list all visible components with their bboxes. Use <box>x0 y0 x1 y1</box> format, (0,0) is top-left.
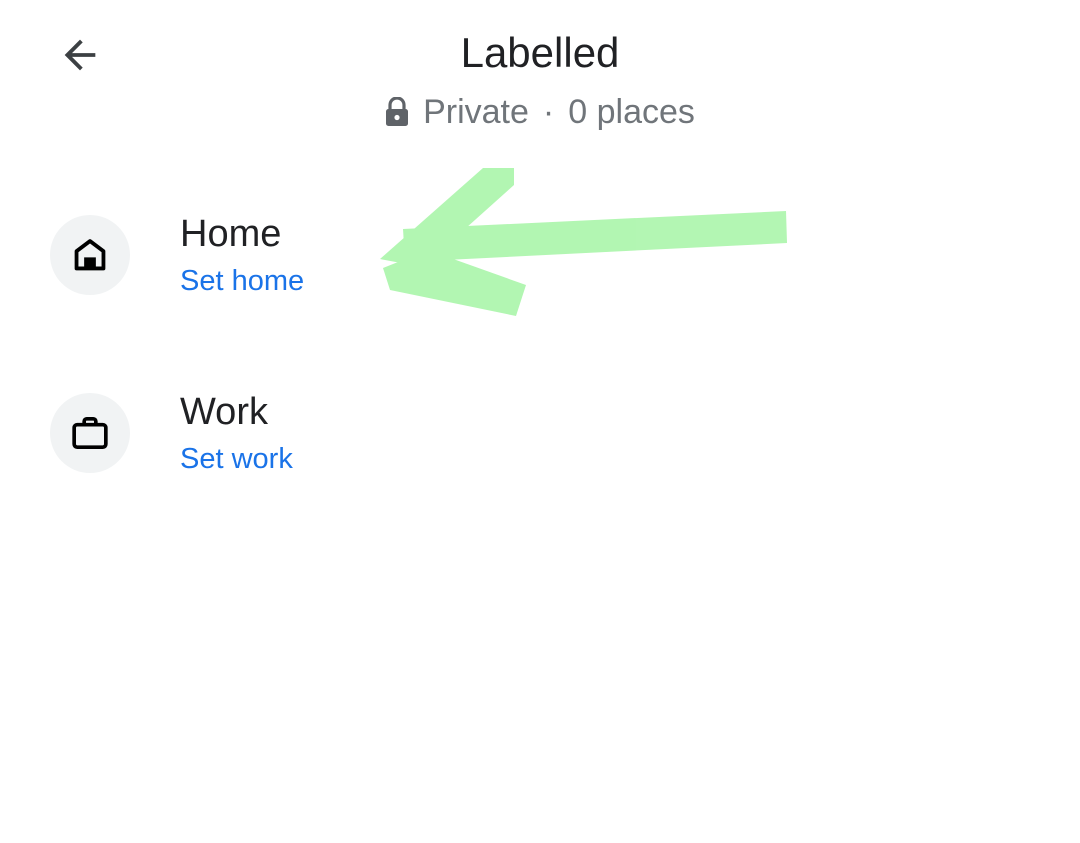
home-icon <box>74 239 106 271</box>
page-title: Labelled <box>460 29 620 76</box>
privacy-label: Private <box>423 93 529 131</box>
list-meta: Private · 0 places <box>0 92 1080 132</box>
lock-icon <box>385 97 409 127</box>
places-count: 0 places <box>568 93 695 131</box>
work-icon-container <box>50 393 130 473</box>
briefcase-icon <box>72 417 108 449</box>
list-item-work[interactable]: Work Set work <box>50 383 1080 483</box>
home-title: Home <box>180 213 282 255</box>
meta-separator: · <box>542 93 555 131</box>
list-item-home[interactable]: Home Set home <box>50 205 1080 305</box>
work-text: Work Set work <box>180 389 293 477</box>
home-text: Home Set home <box>180 211 304 299</box>
set-work-link[interactable]: Set work <box>180 441 293 477</box>
work-title: Work <box>180 391 268 433</box>
set-home-link[interactable]: Set home <box>180 263 304 299</box>
home-icon-container <box>50 215 130 295</box>
